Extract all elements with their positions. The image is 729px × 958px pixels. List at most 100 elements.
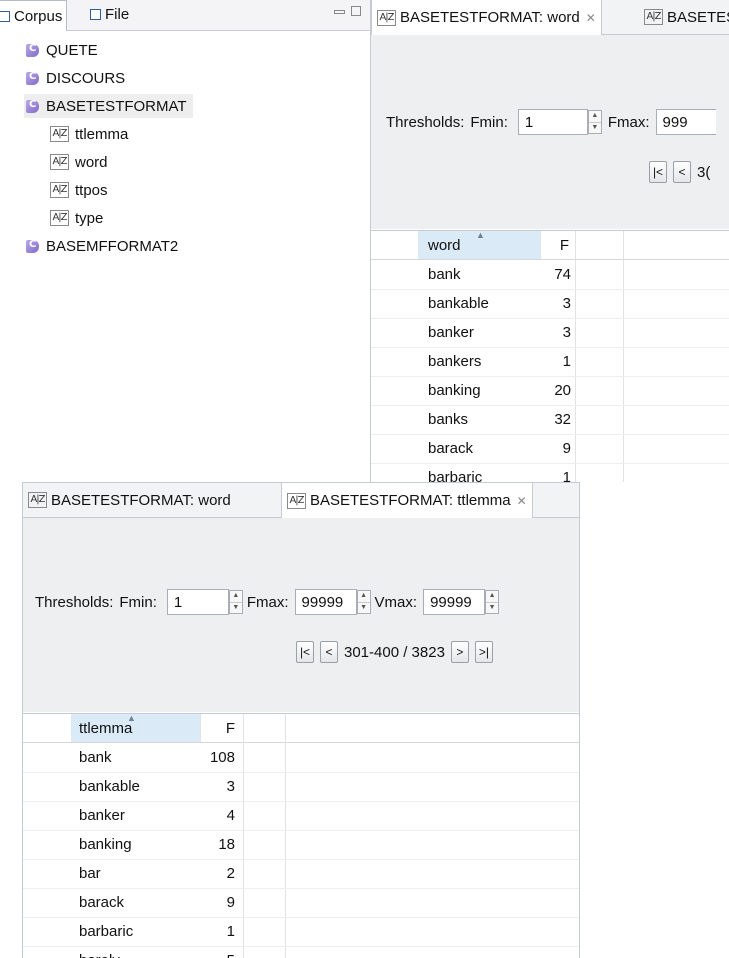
window-controls [334,6,361,16]
property-az-icon: A|Z [377,9,396,26]
vmax-value: 99999 [430,593,472,611]
spin-down-icon[interactable]: ▼ [358,603,370,614]
tree-item-basetestformat[interactable]: BASETESTFORMAT [24,94,193,118]
vmax-input[interactable]: 99999 [423,589,486,615]
thresholds-row: Thresholds: Fmin: 1 ▲ ▼ Fmax: 999 [386,109,716,135]
editor-word: A|Z BASETESTFORMAT: word ✕ A|Z BASETES T… [370,0,729,482]
table-row[interactable]: bankable 3 [371,289,729,319]
spin-up-icon[interactable]: ▲ [229,591,242,603]
table-row[interactable]: banker 3 [371,318,729,348]
cell-word: barbaric [428,469,483,482]
column-header-label: word [428,236,461,254]
spin-down-icon[interactable]: ▼ [486,603,498,614]
spin-down-icon[interactable]: ▼ [589,123,601,134]
fmax-spinner[interactable]: ▲ ▼ [356,590,371,614]
fmin-input[interactable]: 1 [517,109,588,135]
next-page-button[interactable]: > [450,641,469,663]
tab-file[interactable]: File [86,0,133,29]
cell-frequency: 20 [554,382,571,399]
table-row[interactable]: bank 74 [371,260,729,290]
table-row[interactable]: barack 9 [371,434,729,464]
cell-frequency: 5 [201,946,235,958]
column-header-f[interactable]: F [541,231,575,259]
cell-lemma: banker [79,807,125,824]
fmax-input[interactable]: 99999 [294,589,357,615]
close-icon[interactable]: ✕ [517,494,527,508]
tab-corpus[interactable]: Corpus [0,0,68,31]
property-az-icon: A|Z [50,182,69,198]
cell-frequency: 2 [226,865,235,882]
first-page-button[interactable]: |< [296,641,314,663]
fmin-spinner[interactable]: ▲ ▼ [587,110,602,134]
spin-up-icon[interactable]: ▲ [357,591,370,603]
cell-frequency: 4 [226,807,235,824]
corpus-icon [26,71,40,85]
table-row[interactable]: banking 20 [371,376,729,406]
prev-page-button[interactable]: < [320,641,338,663]
tree-item-word[interactable]: A|Z word [50,150,108,174]
table-row[interactable]: bank 108 [23,743,579,773]
fmax-value: 999 [662,113,688,131]
tree-item-ttlemma[interactable]: A|Z ttlemma [50,122,128,146]
spin-up-icon[interactable]: ▲ [588,111,601,123]
tab-basetes[interactable]: A|Z BASETES [639,0,729,34]
tree-item-label: word [75,153,108,171]
tab-label: BASETESTFORMAT: word [400,9,580,26]
fmax-input[interactable]: 999 [655,109,716,135]
property-az-icon: A|Z [287,492,306,509]
tree-item-discours[interactable]: DISCOURS [26,66,125,90]
page-range: 301-400 / 3823 [344,643,445,661]
maximize-icon[interactable] [351,6,361,16]
tree-item-quete[interactable]: QUETE [26,38,98,62]
tree-item-label: ttlemma [75,125,129,143]
cell-word: banker [428,324,474,341]
fmin-label: Fmin: [470,113,508,131]
tree-item-ttpos[interactable]: A|Z ttpos [50,178,108,202]
fmin-input[interactable]: 1 [166,589,229,615]
tree-item-basemfformat2[interactable]: BASEMFFORMAT2 [26,234,178,258]
tree-item-type[interactable]: A|Z type [50,206,103,230]
first-page-button[interactable]: |< [649,161,667,183]
tab-basetestformat-word[interactable]: A|Z BASETESTFORMAT: word ✕ [371,0,602,35]
last-page-button[interactable]: >| [474,641,493,663]
table-row[interactable]: barack 9 [23,888,579,918]
table-row[interactable]: banks 32 [371,405,729,435]
table-row[interactable]: barbaric 1 [371,463,729,482]
thresholds-label: Thresholds: [386,113,465,131]
cell-frequency: 108 [209,749,235,766]
property-az-icon: A|Z [50,126,69,142]
spin-up-icon[interactable]: ▲ [486,591,499,603]
fmin-spinner[interactable]: ▲ ▼ [228,590,243,614]
prev-page-button[interactable]: < [673,161,691,183]
column-header-f[interactable]: F [201,714,241,742]
corpus-icon [26,43,40,57]
table-row[interactable]: banker 4 [23,801,579,831]
cell-word: bank [428,266,461,283]
table-row[interactable]: bankable 3 [23,772,579,802]
editor-tabbar: A|Z BASETESTFORMAT: word A|Z BASETESTFOR… [23,483,579,518]
minimize-icon[interactable] [334,10,345,14]
tree-item-label: BASEMFFORMAT2 [46,237,179,255]
column-header-word[interactable]: ▲ word [418,230,540,259]
table-row[interactable]: bar 2 [23,859,579,889]
table-row[interactable]: banking 18 [23,830,579,860]
cell-lemma: barbaric [79,923,134,940]
table-row[interactable]: barbaric 1 [23,917,579,947]
word-frequency-table: ▲ word F bank 74 bankable 3 banker 3 banker… [371,230,729,482]
tab-basetestformat-word[interactable]: A|Z BASETESTFORMAT: word [23,483,236,517]
cell-frequency: 9 [562,440,571,457]
close-icon[interactable]: ✕ [586,11,596,25]
column-header-ttlemma[interactable]: ▲ ttlemma [71,713,201,742]
cell-frequency: 9 [226,894,235,911]
cell-word: bankers [428,353,482,370]
pager: |< < 301-400 / 3823 > >| [296,641,493,663]
fmax-value: 99999 [301,593,344,611]
vmax-spinner[interactable]: ▲ ▼ [485,590,500,614]
corpus-icon [26,239,40,253]
spin-down-icon[interactable]: ▼ [230,603,242,614]
table-row[interactable]: barely 5 [23,946,579,958]
cell-word: barack [428,440,474,457]
tab-basetestformat-ttlemma[interactable]: A|Z BASETESTFORMAT: ttlemma ✕ [281,483,533,518]
table-row[interactable]: bankers 1 [371,347,729,377]
cell-lemma: barely [79,946,120,958]
